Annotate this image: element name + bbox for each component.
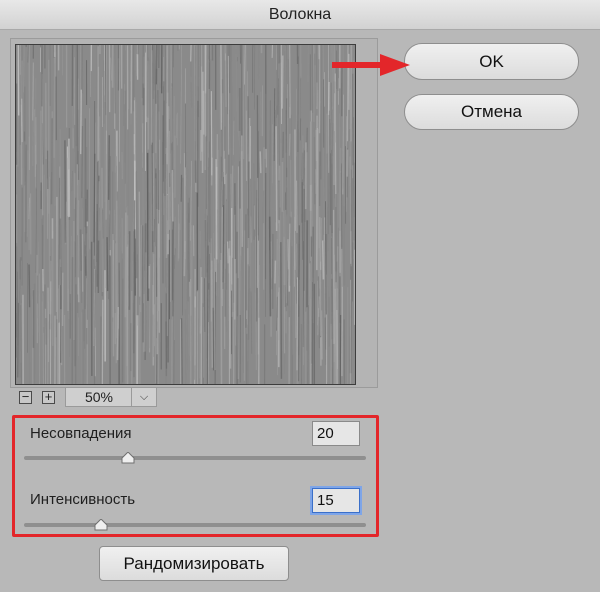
intensity-input[interactable]: 15 xyxy=(312,488,360,513)
zoom-select[interactable]: 50% ⌵ xyxy=(65,387,157,407)
variance-input[interactable]: 20 xyxy=(312,421,360,446)
variance-slider-thumb[interactable] xyxy=(121,452,135,464)
preview-panel xyxy=(10,38,378,388)
minus-icon: − xyxy=(21,389,30,404)
ok-button[interactable]: OK xyxy=(404,43,579,80)
dialog-title: Волокна xyxy=(0,0,600,30)
param-label-intensity: Интенсивность xyxy=(30,491,136,508)
fibers-preview-image[interactable] xyxy=(15,44,356,385)
zoom-out-button[interactable]: − xyxy=(19,389,32,404)
plus-icon: + xyxy=(44,389,53,404)
zoom-value: 50% xyxy=(84,389,114,405)
zoom-in-button[interactable]: + xyxy=(42,389,55,404)
param-label-variance: Несовпадения xyxy=(30,425,132,442)
randomize-button[interactable]: Рандомизировать xyxy=(99,546,289,581)
intensity-slider[interactable] xyxy=(24,523,366,527)
cancel-button[interactable]: Отмена xyxy=(404,94,579,130)
chevron-down-icon[interactable]: ⌵ xyxy=(131,388,156,406)
intensity-slider-thumb[interactable] xyxy=(94,519,108,531)
variance-slider[interactable] xyxy=(24,456,366,460)
red-arrow-annotation xyxy=(332,54,410,76)
